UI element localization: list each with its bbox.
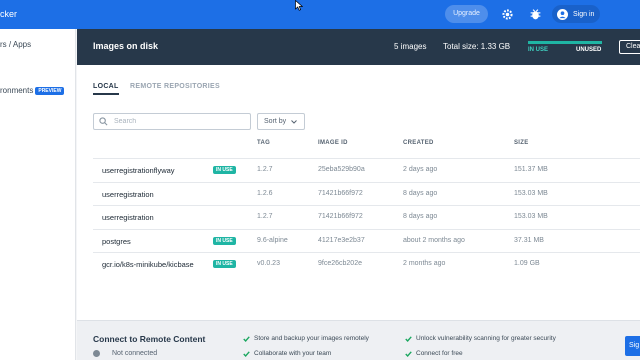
connection-status: Not connected — [93, 350, 157, 357]
in-use-badge: IN USE — [213, 236, 236, 245]
table-row[interactable]: userregistration 1.2.7 71421b66f972 8 da… — [93, 205, 640, 229]
tab-remote-repositories[interactable]: REMOTE REPOSITORIES — [130, 83, 220, 90]
image-tag: 1.2.7 — [257, 213, 273, 220]
feature-label: Collaborate with your team — [254, 350, 332, 357]
app-brand: cker — [0, 9, 18, 19]
search-box — [93, 113, 251, 130]
settings-gear-icon[interactable] — [500, 7, 515, 22]
check-icon — [243, 350, 250, 357]
image-created: 8 days ago — [403, 189, 438, 197]
column-header-created[interactable]: CREATED — [403, 140, 434, 146]
image-id: 71421b66f972 — [318, 189, 363, 197]
in-use-badge: IN USE — [213, 166, 236, 174]
column-header-tag[interactable]: TAG — [257, 140, 270, 146]
image-id: 41217e3e2b37 — [318, 236, 365, 244]
mouse-cursor-icon — [295, 0, 303, 11]
sign-in-button[interactable]: Sign in — [552, 5, 600, 23]
feature-label: Connect for free — [416, 350, 463, 357]
image-repository: gcr.io/k8s-minikube/kicbase — [102, 260, 194, 269]
status-dot-icon — [93, 350, 100, 357]
check-icon — [405, 350, 412, 357]
image-created: about 2 months ago — [403, 236, 465, 244]
image-size: 153.03 MB — [514, 189, 548, 197]
images-table: userregistrationflyway IN USE 1.2.7 25eb… — [93, 158, 640, 276]
image-repository: userregistrationflyway — [102, 166, 175, 175]
feature-item: Unlock vulnerability scanning for greate… — [405, 335, 556, 342]
sort-by-dropdown[interactable]: Sort by — [257, 113, 305, 130]
column-header-size[interactable]: SIZE — [514, 140, 529, 146]
upgrade-button[interactable]: Upgrade — [445, 5, 488, 23]
usage-fill — [528, 41, 602, 44]
images-panel: LOCAL REMOTE REPOSITORIES Sort by TAG IM… — [77, 65, 640, 320]
legend-unused: UNUSED — [576, 47, 602, 53]
feature-label: Unlock vulnerability scanning for greate… — [416, 335, 556, 342]
page-title: Images on disk — [93, 41, 159, 51]
clean-up-button[interactable]: Clea — [619, 40, 640, 54]
image-id: 71421b66f972 — [318, 213, 363, 220]
sidebar-item-label: ronments — [0, 86, 34, 95]
image-tag: 1.2.7 — [257, 166, 273, 173]
footer-sign-in-button[interactable]: Sig — [625, 336, 640, 356]
sidebar: rs / Apps ronments PREVIEW — [0, 29, 76, 360]
in-use-badge: IN USE — [213, 260, 236, 268]
image-created: 8 days ago — [403, 213, 438, 220]
top-bar: cker Upgrade Sign in — [0, 0, 640, 29]
preview-badge: PREVIEW — [35, 86, 65, 95]
column-header-image-id[interactable]: IMAGE ID — [318, 140, 348, 146]
remote-content-footer: Connect to Remote Content Not connected … — [77, 320, 640, 360]
sidebar-item-containers[interactable]: rs / Apps — [0, 40, 31, 49]
sidebar-item-label: rs / Apps — [0, 40, 32, 49]
legend-in-use: IN USE — [528, 47, 549, 53]
image-size: 37.31 MB — [514, 236, 544, 244]
table-row[interactable]: gcr.io/k8s-minikube/kicbase IN USE v0.0.… — [93, 252, 640, 276]
image-repository: postgres — [102, 236, 131, 246]
chevron-down-icon — [291, 119, 298, 124]
image-size: 1.09 GB — [514, 260, 540, 267]
check-icon — [243, 335, 250, 342]
table-row[interactable]: userregistrationflyway IN USE 1.2.7 25eb… — [93, 158, 640, 182]
image-created: 2 months ago — [403, 260, 446, 267]
image-count: 5 images — [394, 42, 427, 51]
disk-usage-bar — [528, 41, 602, 44]
image-tag: 1.2.6 — [257, 189, 273, 197]
image-id: 9fce26cb202e — [318, 260, 362, 267]
user-avatar-icon — [557, 8, 568, 20]
image-id: 25eba529b90a — [318, 166, 365, 173]
image-size: 151.37 MB — [514, 166, 548, 173]
image-tag: v0.0.23 — [257, 260, 280, 267]
feature-item: Connect for free — [405, 350, 463, 357]
image-repository: userregistration — [102, 213, 154, 222]
feature-item: Collaborate with your team — [243, 350, 331, 357]
sidebar-item-dev-environments[interactable]: ronments PREVIEW — [0, 86, 65, 95]
image-created: 2 days ago — [403, 166, 438, 173]
image-repository: userregistration — [102, 189, 154, 199]
connection-status-label: Not connected — [112, 350, 158, 357]
check-icon — [405, 335, 412, 342]
total-size: Total size: 1.33 GB — [443, 42, 511, 51]
feature-label: Store and backup your images remotely — [254, 335, 369, 342]
image-size: 153.03 MB — [514, 213, 548, 220]
search-input[interactable] — [114, 118, 244, 125]
footer-title: Connect to Remote Content — [93, 334, 206, 344]
table-row[interactable]: postgres IN USE 9.6-alpine 41217e3e2b37 … — [93, 228, 640, 253]
sign-in-label: Sign in — [573, 10, 595, 18]
images-header: Images on disk 5 images Total size: 1.33… — [77, 29, 640, 65]
table-row[interactable]: userregistration 1.2.6 71421b66f972 8 da… — [93, 181, 640, 206]
tab-local[interactable]: LOCAL — [93, 83, 119, 95]
sort-by-label: Sort by — [264, 118, 287, 125]
image-tag: 9.6-alpine — [257, 236, 288, 244]
feature-item: Store and backup your images remotely — [243, 335, 369, 342]
search-icon — [99, 117, 108, 126]
bug-report-icon[interactable] — [528, 7, 543, 22]
